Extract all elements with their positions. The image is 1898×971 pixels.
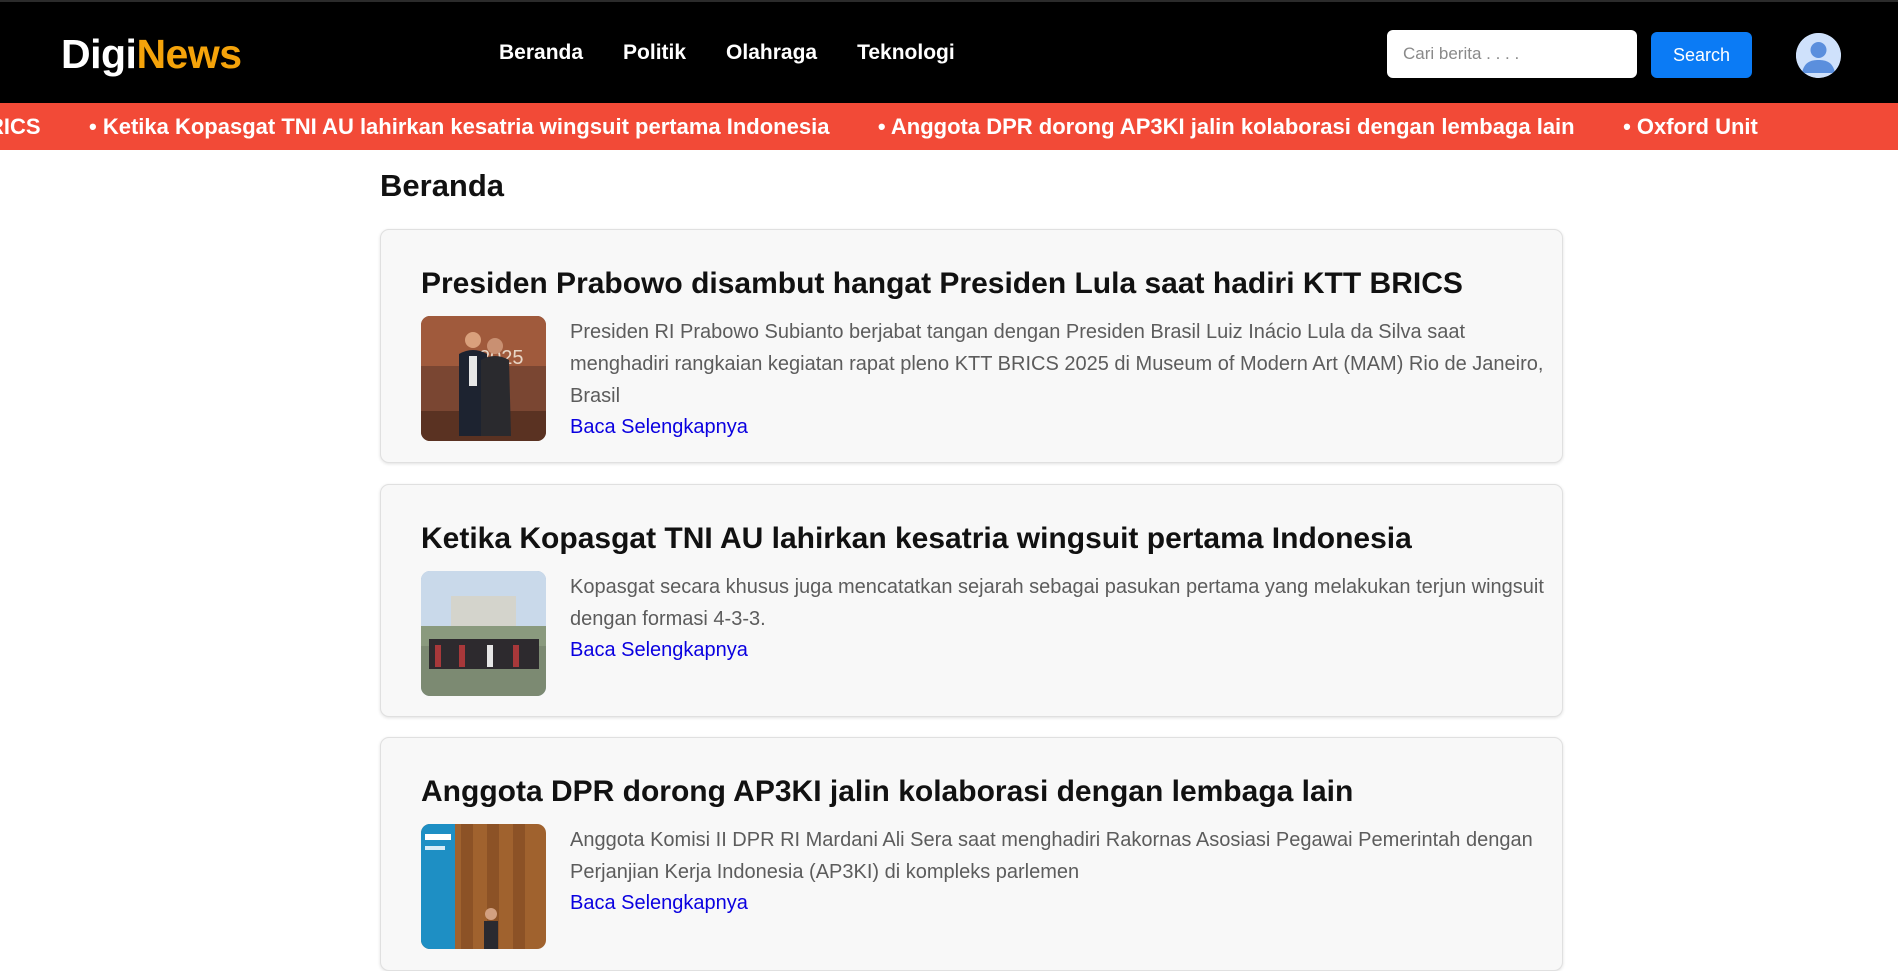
article-card: Anggota DPR dorong AP3KI jalin kolaboras… xyxy=(380,737,1563,971)
site-logo[interactable]: DigiNews xyxy=(61,30,242,78)
ticker-item[interactable]: • Oxford Unit xyxy=(1623,114,1758,139)
search-input[interactable] xyxy=(1387,30,1637,78)
user-avatar-icon[interactable] xyxy=(1796,33,1841,78)
logo-text-news: News xyxy=(136,31,242,77)
nav-link-olahraga[interactable]: Olahraga xyxy=(726,40,817,66)
article-excerpt: Kopasgat secara khusus juga mencatatkan … xyxy=(570,571,1550,666)
nav-link-politik[interactable]: Politik xyxy=(623,40,686,66)
article-thumbnail[interactable] xyxy=(421,824,546,949)
page-title: Beranda xyxy=(380,168,505,203)
read-more-link[interactable]: Baca Selengkapnya xyxy=(570,412,1550,443)
article-excerpt-text: Anggota Komisi II DPR RI Mardani Ali Ser… xyxy=(570,829,1533,883)
nav-link-beranda[interactable]: Beranda xyxy=(499,40,583,66)
article-excerpt: Presiden RI Prabowo Subianto berjabat ta… xyxy=(570,316,1550,443)
ticker-item[interactable]: • Anggota DPR dorong AP3KI jalin kolabor… xyxy=(878,114,1575,139)
article-thumbnail[interactable] xyxy=(421,571,546,696)
search-button[interactable]: Search xyxy=(1651,32,1752,78)
breaking-news-ticker: RICS • Ketika Kopasgat TNI AU lahirkan k… xyxy=(0,103,1898,150)
article-title[interactable]: Presiden Prabowo disambut hangat Preside… xyxy=(421,264,1463,304)
read-more-link[interactable]: Baca Selengkapnya xyxy=(570,635,1550,666)
article-excerpt-text: Kopasgat secara khusus juga mencatatkan … xyxy=(570,576,1544,630)
article-thumbnail[interactable]: 2025 xyxy=(421,316,546,441)
article-card: Presiden Prabowo disambut hangat Preside… xyxy=(380,229,1563,463)
main-nav: Beranda Politik Olahraga Teknologi xyxy=(499,40,995,66)
article-excerpt: Anggota Komisi II DPR RI Mardani Ali Ser… xyxy=(570,824,1550,919)
article-title[interactable]: Ketika Kopasgat TNI AU lahirkan kesatria… xyxy=(421,519,1412,559)
logo-text-digi: Digi xyxy=(61,31,137,77)
top-navbar: DigiNews Beranda Politik Olahraga Teknol… xyxy=(0,0,1898,103)
article-excerpt-text: Presiden RI Prabowo Subianto berjabat ta… xyxy=(570,321,1544,407)
article-card: Ketika Kopasgat TNI AU lahirkan kesatria… xyxy=(380,484,1563,717)
ticker-item[interactable]: • Ketika Kopasgat TNI AU lahirkan kesatr… xyxy=(89,114,829,139)
ticker-track: RICS • Ketika Kopasgat TNI AU lahirkan k… xyxy=(0,103,1802,150)
ticker-item[interactable]: RICS xyxy=(0,114,41,139)
article-title[interactable]: Anggota DPR dorong AP3KI jalin kolaboras… xyxy=(421,772,1353,812)
nav-link-teknologi[interactable]: Teknologi xyxy=(857,40,955,66)
read-more-link[interactable]: Baca Selengkapnya xyxy=(570,888,1550,919)
